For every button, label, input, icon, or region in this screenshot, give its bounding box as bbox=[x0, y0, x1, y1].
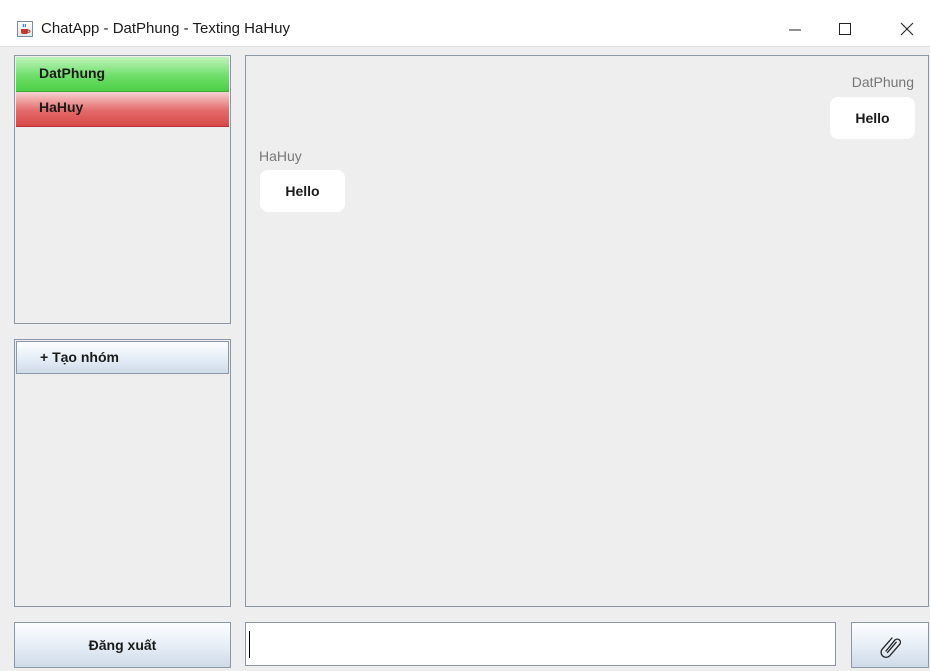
message-sender-name: HaHuy bbox=[259, 148, 302, 164]
chat-messages-area: DatPhung Hello HaHuy Hello bbox=[245, 55, 929, 607]
window-title: ChatApp - DatPhung - Texting HaHuy bbox=[41, 20, 291, 37]
close-button[interactable] bbox=[892, 14, 922, 40]
user-item-datphung[interactable]: DatPhung bbox=[16, 57, 229, 92]
maximize-icon bbox=[839, 23, 851, 35]
text-caret bbox=[249, 631, 250, 658]
message-sender-name: DatPhung bbox=[851, 74, 914, 90]
chat-window: ChatApp - DatPhung - Texting HaHuy DatPh… bbox=[0, 0, 930, 671]
title-bar: ChatApp - DatPhung - Texting HaHuy bbox=[0, 0, 930, 47]
message-bubble-incoming: Hello bbox=[260, 170, 345, 212]
message-input[interactable] bbox=[245, 622, 836, 666]
user-list: DatPhung HaHuy bbox=[14, 55, 231, 324]
close-icon bbox=[900, 22, 914, 36]
minimize-button[interactable] bbox=[780, 14, 810, 40]
user-item-hahuy[interactable]: HaHuy bbox=[16, 92, 229, 127]
attach-file-button[interactable] bbox=[851, 622, 929, 668]
java-cup-icon bbox=[17, 21, 33, 37]
logout-button[interactable]: Đăng xuất bbox=[14, 622, 231, 668]
group-list: + Tạo nhóm bbox=[14, 339, 231, 607]
paperclip-icon bbox=[880, 637, 902, 658]
create-group-button[interactable]: + Tạo nhóm bbox=[16, 341, 229, 374]
minimize-icon bbox=[789, 29, 801, 31]
maximize-button[interactable] bbox=[830, 14, 860, 40]
message-bubble-outgoing: Hello bbox=[830, 97, 915, 139]
